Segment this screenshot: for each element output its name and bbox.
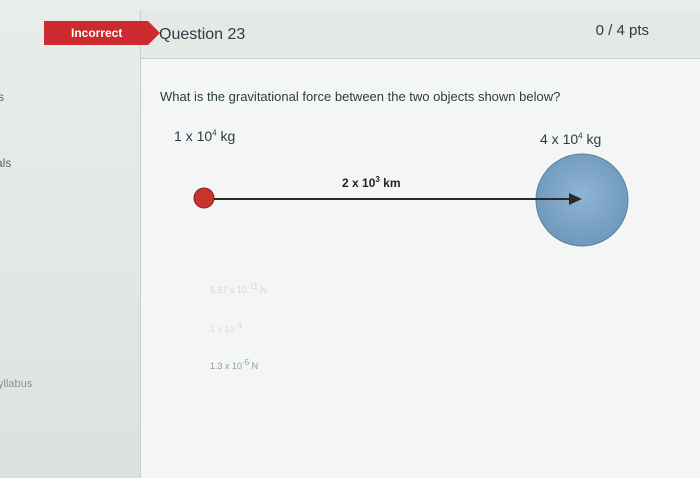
answer-coef: 6.67 x 10	[210, 285, 248, 295]
sidebar-item-fragment[interactable]: als	[0, 156, 11, 170]
incorrect-label: Incorrect	[71, 26, 123, 40]
question-title: Question 23	[159, 26, 246, 43]
mass-label-left: 1 x 104 kg	[174, 128, 235, 144]
mass-left-coef: 1 x 10	[174, 128, 213, 144]
mass-right-coef: 4 x 10	[540, 131, 579, 147]
incorrect-status-badge: Incorrect	[44, 21, 160, 45]
mass-left-unit: kg	[216, 128, 236, 144]
answer-coef: 1 x 10	[210, 324, 235, 334]
mass-right-unit: kg	[582, 131, 602, 147]
answer-coef: 1.3 x 10	[210, 361, 243, 371]
question-header: Question 23 0 / 4 pts	[141, 10, 700, 59]
answer-option[interactable]: 6.67 x 10-11 N	[210, 282, 267, 295]
answer-option[interactable]: 1.3 x 10-5 N	[210, 358, 258, 371]
answer-option[interactable]: 1 x 10-4	[210, 321, 242, 334]
course-nav-sidebar: s als yllabus	[0, 0, 32, 478]
sidebar-item-syllabus[interactable]: yllabus	[0, 378, 32, 390]
sidebar-item-fragment[interactable]: s	[0, 90, 4, 104]
small-mass-circle	[193, 187, 215, 209]
question-text: What is the gravitational force between …	[160, 89, 561, 104]
answer-exp: -4	[234, 321, 242, 330]
points-score: 0 / 4 pts	[595, 22, 649, 39]
answer-exp: -11	[247, 282, 258, 291]
mass-label-right: 4 x 104 kg	[540, 131, 601, 147]
answer-unit: N	[249, 361, 259, 371]
answer-unit: N	[258, 285, 268, 295]
force-diagram	[193, 153, 629, 247]
